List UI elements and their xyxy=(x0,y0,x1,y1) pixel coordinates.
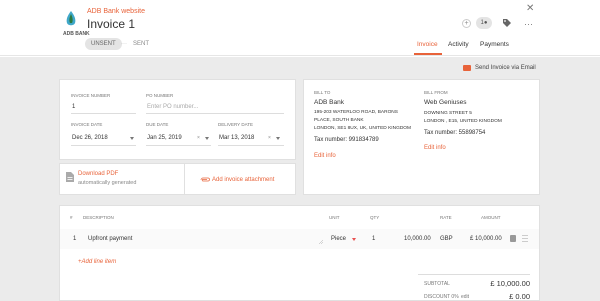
row-description-input[interactable]: Upfront payment xyxy=(88,236,132,242)
bill-from-address-line1: DOWNING STREET 5 xyxy=(424,111,472,116)
mail-icon xyxy=(463,65,471,71)
add-attachment-link[interactable]: Add invoice attachment xyxy=(212,177,274,183)
bill-to-label: BILL TO xyxy=(314,90,331,95)
bill-from-name: Web Geniuses xyxy=(424,99,467,106)
collaborators-button[interactable]: 1● xyxy=(476,17,492,29)
delivery-date-label: DELIVERY DATE xyxy=(218,122,254,127)
resize-handle-icon[interactable] xyxy=(319,240,323,244)
status-separator: ··· xyxy=(121,41,127,47)
row-unit-select[interactable]: Piece xyxy=(331,236,346,242)
unit-dropdown-caret-icon[interactable] xyxy=(352,238,356,241)
invoice-header: ADB BANK ADB Bank website Invoice 1 UNSE… xyxy=(0,0,600,56)
column-header-unit: UNIT xyxy=(329,215,340,220)
row-rate-input[interactable]: 10,000.00 xyxy=(404,236,431,242)
status-unsent-badge[interactable]: UNSENT xyxy=(85,38,122,50)
bill-to-name: ADB Bank xyxy=(314,99,344,106)
bill-to-address-line2: PLACE, SOUTH BANK xyxy=(314,118,364,123)
bill-from-address-line2: LONDON , E15, UNITED KINGDOM xyxy=(424,119,502,124)
more-options-icon[interactable]: ··· xyxy=(524,19,533,29)
bill-to-address-line3: LONDON, SE1 8UX, UK, UNITED KINGDOM xyxy=(314,126,412,131)
send-invoice-email-link[interactable]: Send Invoice via Email xyxy=(475,65,536,71)
add-line-item-link[interactable]: +Add line item xyxy=(78,259,116,265)
line-items-card xyxy=(59,205,540,301)
invoice-date-label: INVOICE DATE xyxy=(71,122,103,127)
bill-from-tax: Tax number: 55898754 xyxy=(424,130,486,136)
tab-invoice[interactable]: Invoice xyxy=(417,41,438,48)
subtotal-label: SUBTOTAL xyxy=(424,281,450,287)
due-date-caret-icon[interactable] xyxy=(205,137,209,140)
adb-bank-logo-icon xyxy=(66,11,76,26)
delivery-date-field[interactable]: Mar 13, 2018 xyxy=(219,135,254,141)
document-icon xyxy=(66,172,74,182)
delivery-date-caret-icon[interactable] xyxy=(276,137,280,140)
invoice-number-underline xyxy=(71,113,136,114)
drag-handle-icon[interactable] xyxy=(522,235,528,242)
po-number-label: PO NUMBER xyxy=(146,93,174,98)
person-icon: ● xyxy=(483,20,488,26)
row-number: 1 xyxy=(73,236,77,242)
tag-icon[interactable] xyxy=(502,18,512,28)
page-title: Invoice 1 xyxy=(87,17,136,31)
due-date-label: DUE DATE xyxy=(146,122,169,127)
logo-text: ADB BANK xyxy=(63,31,90,37)
tab-activity[interactable]: Activity xyxy=(448,41,469,48)
clear-delivery-date-icon[interactable]: × xyxy=(268,135,271,141)
client-website-link[interactable]: ADB Bank website xyxy=(87,8,145,15)
download-pdf-link[interactable]: Download PDF xyxy=(78,171,118,177)
bill-from-edit-link[interactable]: Edit info xyxy=(424,145,446,151)
add-collaborator-button[interactable]: + xyxy=(462,19,471,28)
clear-due-date-icon[interactable]: × xyxy=(197,135,200,141)
row-amount: £ 10,000.00 xyxy=(470,236,502,242)
bill-from-label: BILL FROM xyxy=(424,90,448,95)
download-pdf-sublabel: automatically generated xyxy=(78,180,137,186)
status-sent-badge[interactable]: SENT xyxy=(133,38,149,50)
bill-to-edit-link[interactable]: Edit info xyxy=(314,153,336,159)
invoice-number-label: INVOICE NUMBER xyxy=(71,93,111,98)
invoice-date-field[interactable]: Dec 26, 2018 xyxy=(72,135,108,141)
due-date-underline xyxy=(146,145,211,146)
invoice-number-field[interactable]: 1 xyxy=(72,104,75,110)
row-currency: GBP xyxy=(440,236,453,242)
column-header-number: # xyxy=(70,215,73,220)
invoice-date-underline xyxy=(71,145,136,146)
bill-to-tax: Tax number: 991834789 xyxy=(314,137,379,143)
po-number-underline xyxy=(146,113,284,114)
paperclip-icon xyxy=(200,177,210,182)
summary-divider xyxy=(418,274,530,275)
po-number-input[interactable]: Enter PO number... xyxy=(147,104,198,110)
subtotal-value: £ 10,000.00 xyxy=(490,279,530,288)
column-header-amount: AMOUNT xyxy=(481,215,501,220)
invoice-details-card xyxy=(59,79,296,160)
delivery-date-underline xyxy=(218,145,284,146)
active-tab-indicator xyxy=(414,53,442,55)
discount-value: £ 0.00 xyxy=(509,292,530,301)
column-header-rate: RATE xyxy=(440,215,452,220)
attachments-divider xyxy=(184,163,185,195)
row-qty-input[interactable]: 1 xyxy=(372,236,375,242)
discount-label: DISCOUNT 0% xyxy=(424,294,459,300)
tab-payments[interactable]: Payments xyxy=(480,41,509,48)
column-header-qty: QTY xyxy=(370,215,380,220)
discount-edit-link[interactable]: edit xyxy=(461,294,469,300)
due-date-field[interactable]: Jan 25, 2019 xyxy=(147,135,182,141)
delete-row-trash-icon[interactable] xyxy=(510,235,516,242)
invoice-date-caret-icon[interactable] xyxy=(130,137,134,140)
close-icon[interactable]: ✕ xyxy=(526,3,534,14)
bill-to-address-line1: 195-203 WATERLOO ROAD, BARONS xyxy=(314,110,398,115)
column-header-description: DESCRIPTION xyxy=(83,215,114,220)
